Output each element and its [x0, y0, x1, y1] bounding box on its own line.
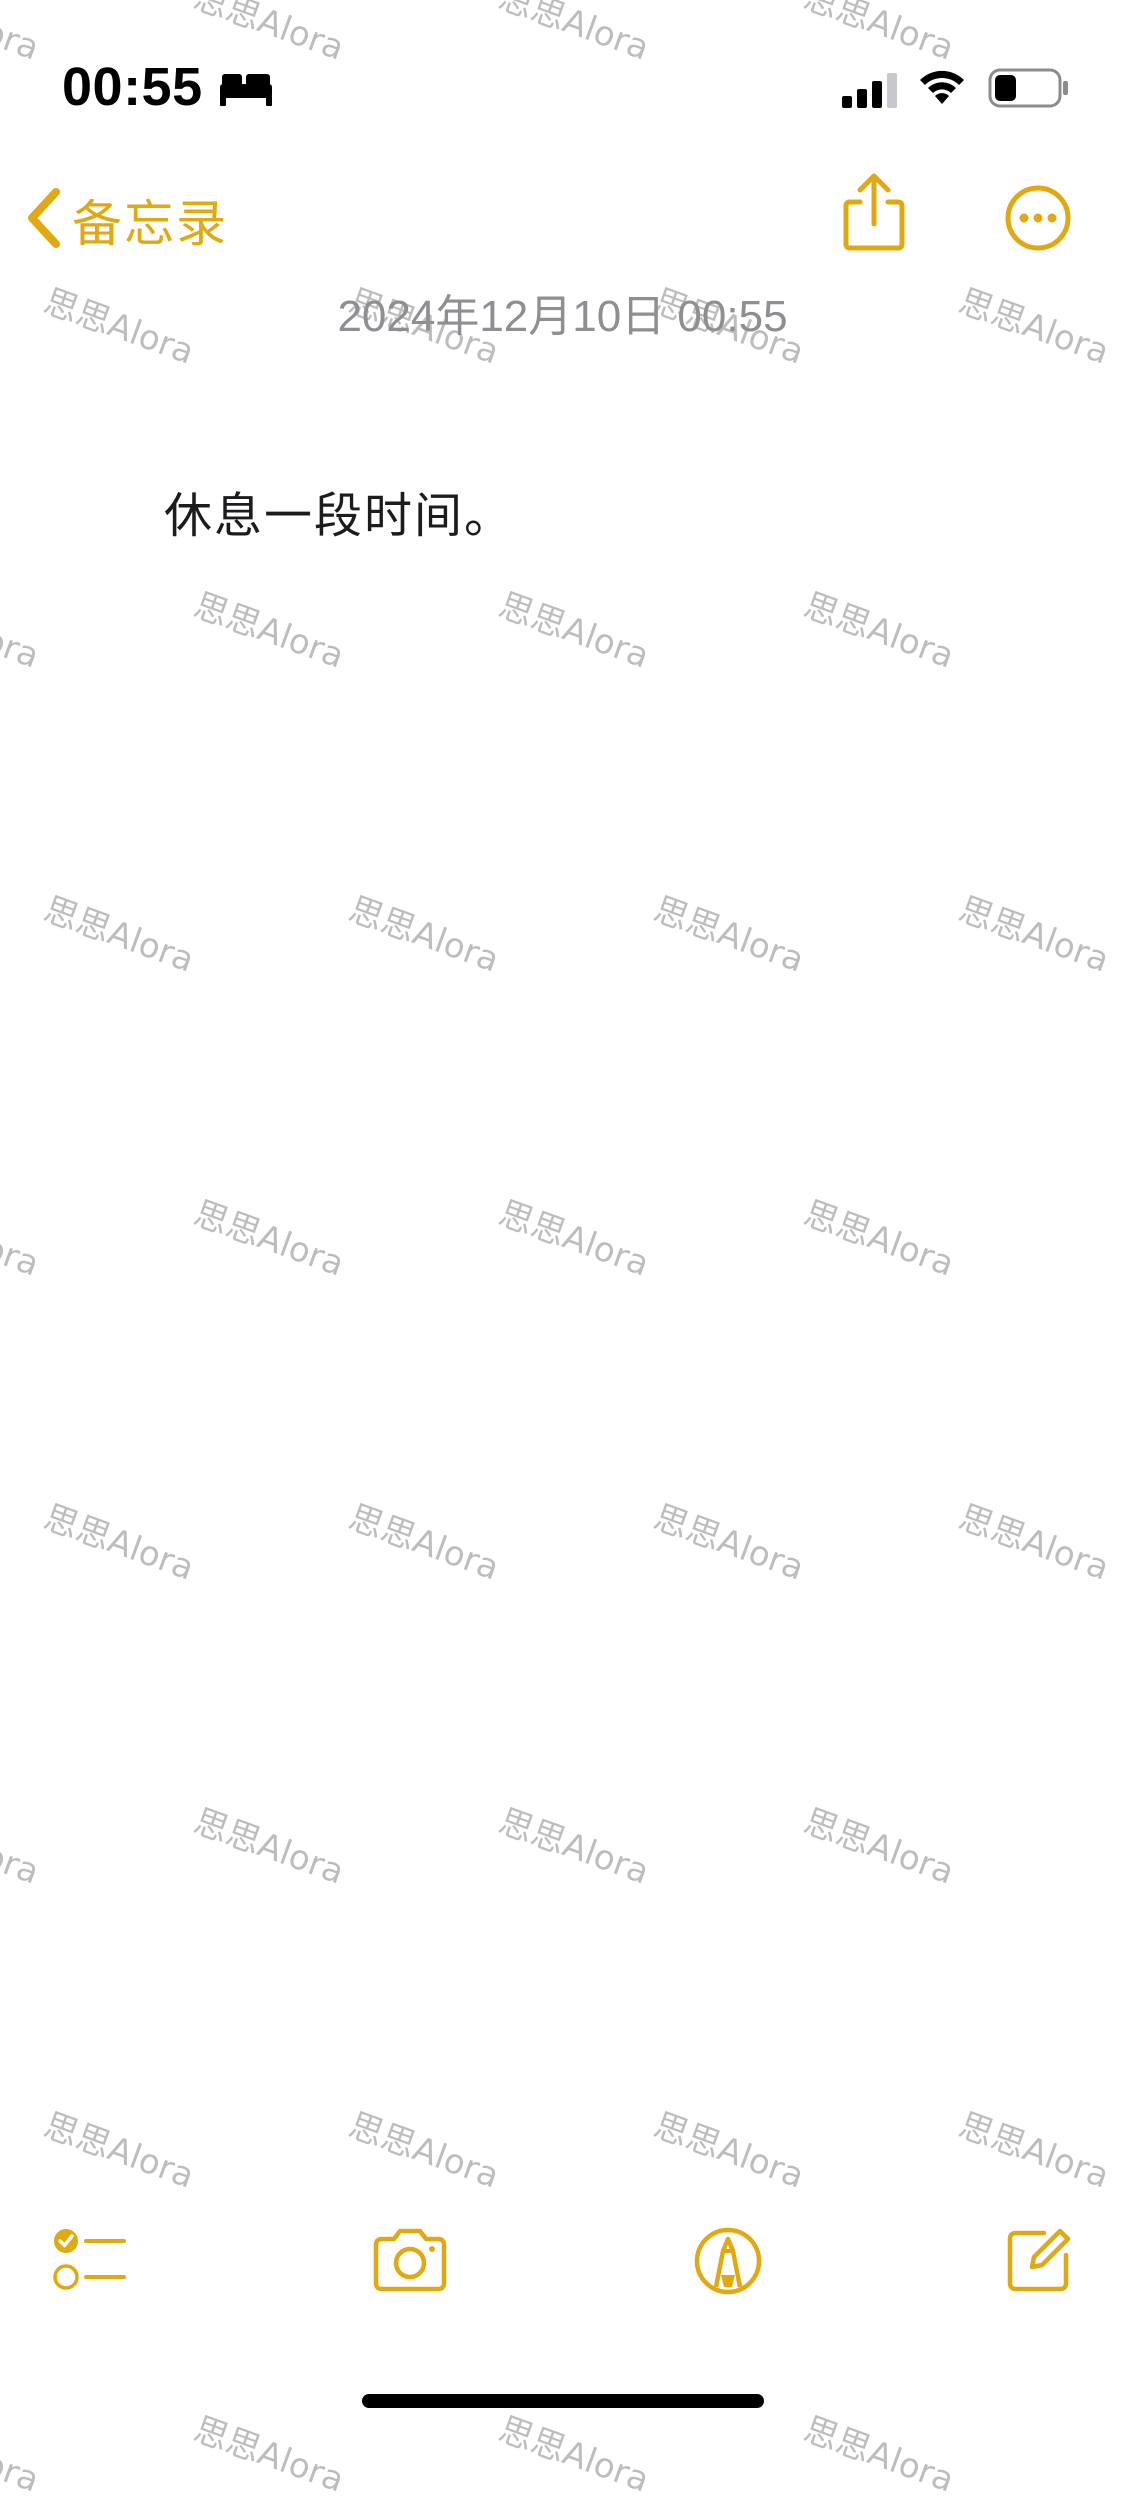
watermark-text: 思思Alora — [38, 889, 200, 981]
camera-icon — [370, 2228, 450, 2297]
watermark-text: 思思Alora — [493, 1801, 655, 1893]
wifi-icon — [916, 68, 968, 112]
note-body[interactable]: 休息一段时间。 — [164, 476, 1024, 546]
watermark-text: 思思Alora — [38, 1497, 200, 1589]
share-icon — [838, 173, 910, 256]
share-button[interactable] — [838, 172, 910, 252]
checklist-icon — [52, 2229, 128, 2299]
chevron-left-icon — [24, 186, 64, 254]
watermark-text: 思思Alora — [188, 1193, 350, 1285]
markup-icon — [692, 2227, 764, 2301]
battery-icon — [988, 68, 1070, 112]
back-button[interactable]: 备忘录 — [24, 180, 228, 260]
watermark-text: 思思Alora — [953, 889, 1115, 981]
status-time: 00:55 — [62, 57, 203, 117]
watermark-layer: 思思Alora 思思Alora 思思Alora 思思Alora 思思Alora 思思Alo… — [0, 0, 1125, 2501]
watermark-text: 思思Alora — [648, 889, 810, 981]
watermark-text: 思思Alora — [0, 1801, 45, 1893]
watermark-text: 思思Alora — [493, 1193, 655, 1285]
cellular-signal-icon — [840, 72, 900, 112]
nav-bar: 备忘录 — [0, 160, 1125, 270]
back-label: 备忘录 — [72, 195, 228, 253]
watermark-text: 思思Alora — [493, 2409, 655, 2501]
watermark-text: 思思Alora — [343, 1497, 505, 1589]
watermark-text: 思思Alora — [343, 889, 505, 981]
watermark-text: 思思Alora — [188, 585, 350, 677]
bottom-toolbar — [0, 2215, 1125, 2325]
watermark-text: 思思Alora — [188, 2409, 350, 2501]
camera-button[interactable] — [370, 2225, 450, 2297]
watermark-text: 思思Alora — [648, 1497, 810, 1589]
compose-icon — [1004, 2228, 1074, 2299]
watermark-text: 思思Alora — [343, 2105, 505, 2197]
watermark-text: 思思Alora — [38, 2105, 200, 2197]
bed-icon — [218, 70, 274, 112]
home-indicator[interactable] — [362, 2394, 764, 2408]
watermark-text: 思思Alora — [798, 1193, 960, 1285]
watermark-text: 思思Alora — [953, 1497, 1115, 1589]
status-bar: 00:55 — [0, 0, 1125, 150]
watermark-text: 思思Alora — [648, 2105, 810, 2197]
watermark-text: 思思Alora — [188, 1801, 350, 1893]
more-icon — [1004, 185, 1072, 256]
compose-button[interactable] — [1004, 2225, 1074, 2299]
markup-button[interactable] — [692, 2225, 764, 2301]
watermark-text: 思思Alora — [0, 585, 45, 677]
checklist-button[interactable] — [52, 2225, 128, 2299]
watermark-text: 思思Alora — [798, 1801, 960, 1893]
watermark-text: 思思Alora — [0, 2409, 45, 2501]
watermark-text: 思思Alora — [798, 585, 960, 677]
watermark-text: 思思Alora — [953, 2105, 1115, 2197]
more-button[interactable] — [1004, 184, 1072, 252]
note-date: 2024年12月10日 00:55 — [337, 292, 788, 341]
watermark-text: 思思Alora — [493, 585, 655, 677]
watermark-text: 思思Alora — [0, 1193, 45, 1285]
watermark-text: 思思Alora — [798, 2409, 960, 2501]
